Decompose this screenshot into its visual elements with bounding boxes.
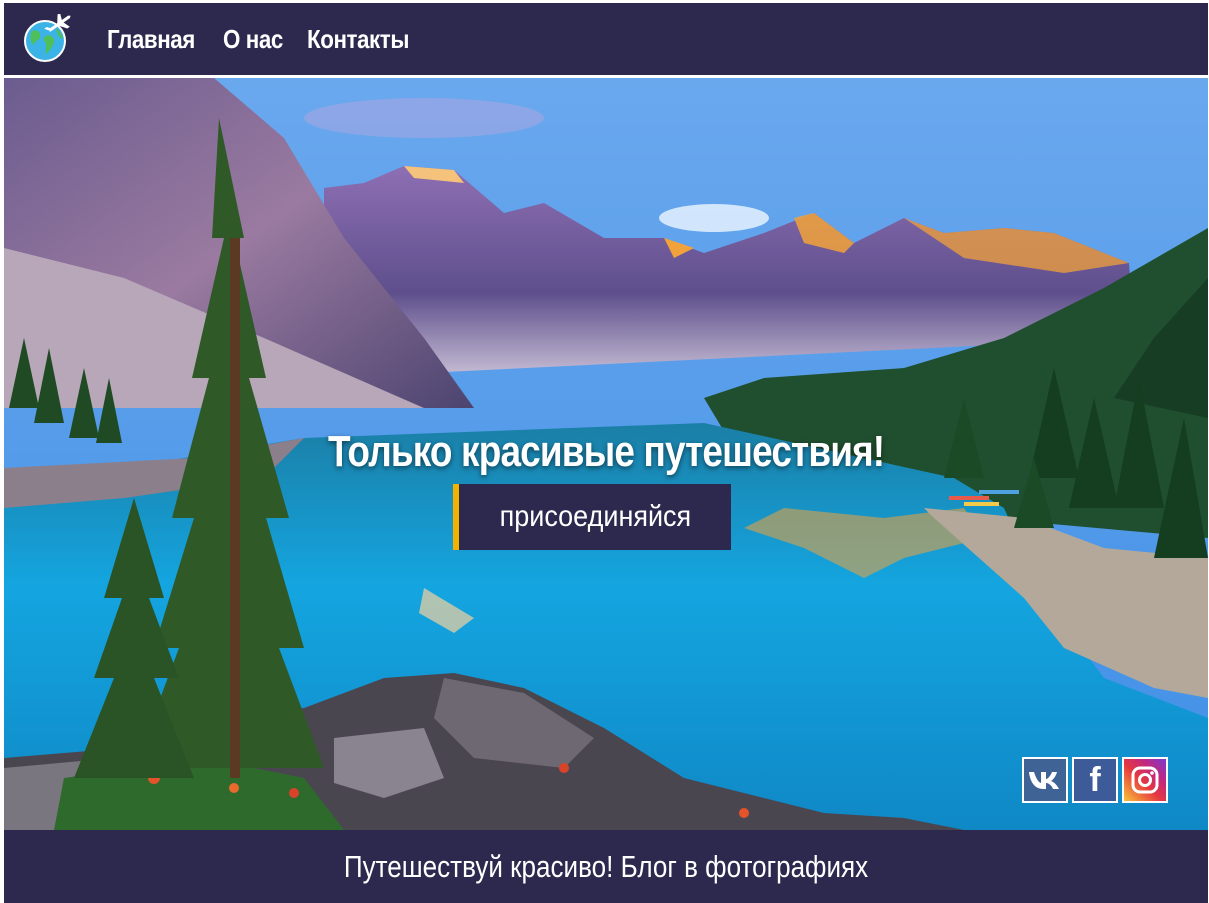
footer-text: Путешествуй красиво! Блог в фотографиях (343, 848, 869, 884)
hero-title: Только красивые путешествия! (327, 427, 885, 477)
vk-icon[interactable] (1022, 757, 1068, 803)
nav-item-about[interactable]: О нас (223, 24, 283, 55)
main-nav: Главная О нас Контакты (107, 3, 411, 75)
nav-item-home[interactable]: Главная (107, 24, 195, 55)
site-footer: Путешествуй красиво! Блог в фотографиях (4, 830, 1208, 903)
hero-section: Только красивые путешествия! присоединяй… (4, 78, 1208, 830)
nav-item-contacts[interactable]: Контакты (307, 24, 409, 55)
page-frame: Главная О нас Контакты Только красивые п… (4, 3, 1208, 903)
facebook-icon[interactable]: f (1072, 757, 1118, 803)
join-button[interactable]: присоединяйся (453, 484, 731, 550)
site-header: Главная О нас Контакты (4, 3, 1208, 75)
instagram-icon[interactable] (1122, 757, 1168, 803)
globe-airplane-icon[interactable] (22, 12, 72, 64)
social-links: f (1022, 757, 1168, 803)
